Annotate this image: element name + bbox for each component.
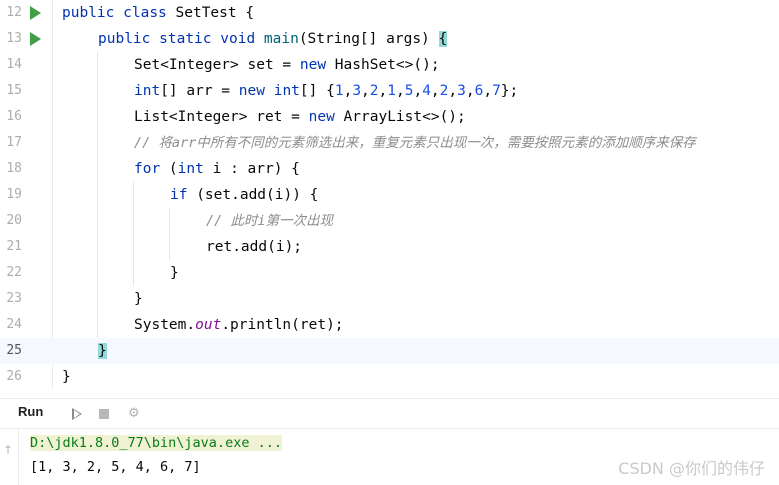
watermark: CSDN @你们的伟仔 <box>618 459 765 478</box>
code-line-21: 21 ret.add(i); <box>0 234 779 260</box>
code-text: if (set.add(i)) { <box>170 187 319 203</box>
code-line-13: 13 public static void main(String[] args… <box>0 26 779 52</box>
code-line-19: 19 if (set.add(i)) { <box>0 182 779 208</box>
line-number: 12 <box>6 5 22 20</box>
line-number: 21 <box>6 239 22 254</box>
console-output: [1, 3, 2, 5, 4, 6, 7] <box>30 459 201 475</box>
debug-icon[interactable]: ⚙ <box>128 406 142 421</box>
line-number: 14 <box>6 57 22 72</box>
run-toolbar: Run ⚙ <box>0 398 779 429</box>
code-text: Set<Integer> set = new HashSet<>(); <box>134 57 440 73</box>
line-number: 16 <box>6 109 22 124</box>
code-line-20: 20 // 此时i第一次出现 <box>0 208 779 234</box>
matched-brace: { <box>438 31 448 47</box>
code-text: for (int i : arr) { <box>134 161 300 177</box>
matched-brace: } <box>98 343 107 359</box>
line-number: 23 <box>6 291 22 306</box>
code-text: int[] arr = new int[] {1,3,2,1,5,4,2,3,6… <box>134 83 519 99</box>
line-number: 24 <box>6 317 22 332</box>
code-text: System.out.println(ret); <box>134 317 344 333</box>
code-line-18: 18 for (int i : arr) { <box>0 156 779 182</box>
line-number: 22 <box>6 265 22 280</box>
line-number: 26 <box>6 369 22 384</box>
code-text: } <box>170 265 179 281</box>
line-number: 13 <box>6 31 22 46</box>
run-class-icon[interactable] <box>30 6 41 20</box>
code-text: public static void main(String[] args) { <box>98 31 448 47</box>
line-number: 25 <box>6 343 22 358</box>
code-line-14: 14 Set<Integer> set = new HashSet<>(); <box>0 52 779 78</box>
stop-icon[interactable] <box>99 409 109 419</box>
code-text: } <box>134 291 143 307</box>
code-editor[interactable]: 12 public class SetTest { 13 public stat… <box>0 0 779 390</box>
code-comment: // 此时i第一次出现 <box>206 213 334 229</box>
code-line-23: 23 } <box>0 286 779 312</box>
code-text: List<Integer> ret = new ArrayList<>(); <box>134 109 466 125</box>
code-line-16: 16 List<Integer> ret = new ArrayList<>()… <box>0 104 779 130</box>
code-line-17: 17 // 将arr中所有不同的元素筛选出来，重复元素只出现一次，需要按照元素的… <box>0 130 779 156</box>
console-command: D:\jdk1.8.0_77\bin\java.exe ... <box>30 435 282 451</box>
code-text: } <box>98 338 107 364</box>
run-main-icon[interactable] <box>30 32 41 46</box>
code-line-26: 26 } <box>0 364 779 390</box>
code-text: public class SetTest { <box>62 5 255 21</box>
code-line-22: 22 } <box>0 260 779 286</box>
line-number: 18 <box>6 161 22 176</box>
code-line-25: 25 } <box>0 338 779 364</box>
line-number: 15 <box>6 83 22 98</box>
run-tab-label[interactable]: Run <box>18 404 43 419</box>
line-number: 17 <box>6 135 22 150</box>
code-text: } <box>62 369 71 385</box>
code-line-15: 15 int[] arr = new int[] {1,3,2,1,5,4,2,… <box>0 78 779 104</box>
scroll-up-icon[interactable]: ↑ <box>3 443 13 457</box>
code-line-12: 12 public class SetTest { <box>0 0 779 26</box>
code-text: ret.add(i); <box>206 239 303 255</box>
code-comment: // 将arr中所有不同的元素筛选出来，重复元素只出现一次，需要按照元素的添加顺… <box>134 135 696 151</box>
code-line-24: 24 System.out.println(ret); <box>0 312 779 338</box>
console-gutter: ↑ <box>0 429 19 485</box>
line-number: 19 <box>6 187 22 202</box>
rerun-icon[interactable] <box>72 408 82 420</box>
line-number: 20 <box>6 213 22 228</box>
